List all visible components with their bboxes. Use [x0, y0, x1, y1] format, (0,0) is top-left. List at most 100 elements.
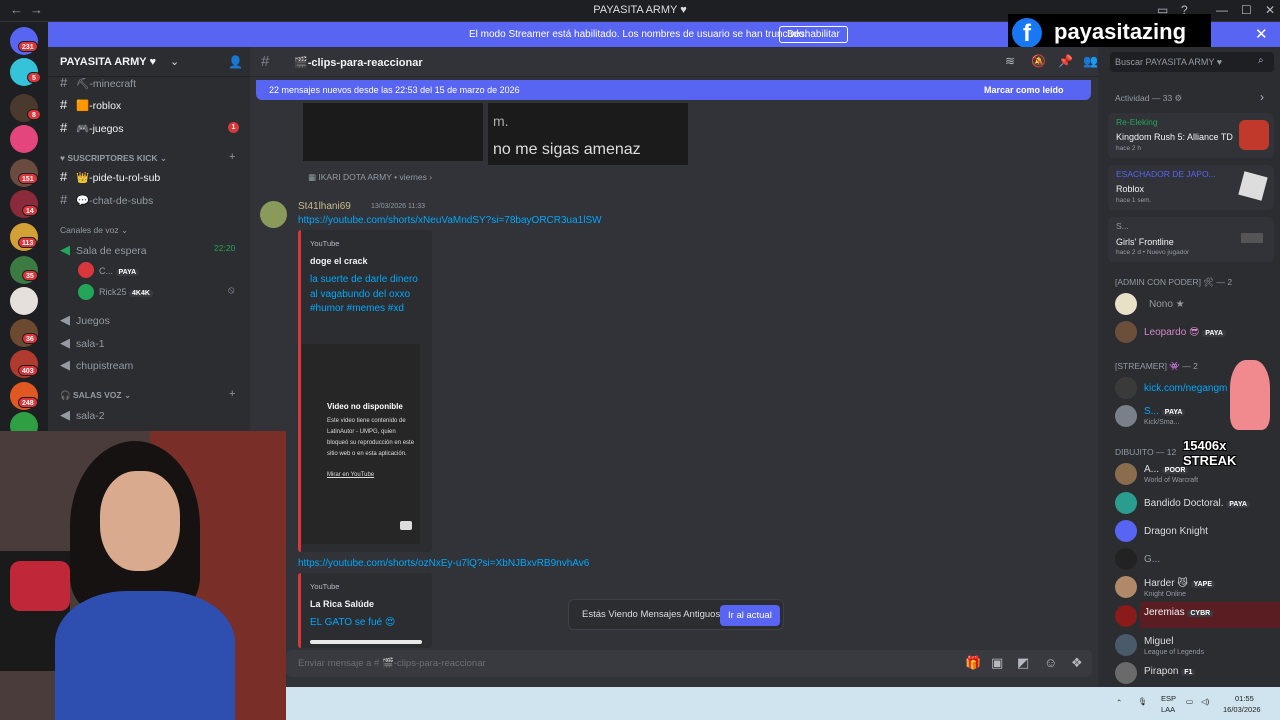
channel-roblox[interactable]: # 🟧-roblox [60, 97, 121, 112]
channel-chat-de-subs[interactable]: # 💬-chat-de-subs [60, 192, 153, 207]
member-name[interactable]: Dragon Knight [1144, 526, 1208, 537]
sticker-icon[interactable]: ◩ [1017, 655, 1029, 671]
avatar[interactable] [1115, 548, 1137, 570]
message-author[interactable]: St41lhani69 [298, 201, 351, 212]
attachment-image[interactable]: m. no me sigas amenaz [488, 103, 688, 165]
member-row[interactable]: Harder 😼 YAPE [1144, 578, 1215, 589]
members-icon[interactable]: 👥 [1083, 54, 1098, 68]
member-row[interactable]: Jeremias CYBR [1144, 607, 1214, 618]
mute-notifications-icon[interactable]: 🔕 [1031, 54, 1046, 68]
embed-description[interactable]: EL GATO se fué 😍 [310, 616, 420, 631]
chevron-up-icon[interactable]: ⌃ [1116, 698, 1122, 707]
embed-title[interactable]: La Rica Salúde [310, 599, 374, 609]
member-row[interactable]: Leopardo 😎 PAYA [1144, 327, 1226, 338]
minimize-icon[interactable]: — [1216, 3, 1228, 17]
embed-thumbnail[interactable] [310, 640, 422, 644]
member-name: A... [1144, 464, 1160, 475]
disable-streamer-button[interactable]: Deshabilitar [779, 26, 848, 43]
member-name[interactable]: Nono ★ [1149, 299, 1185, 310]
avatar[interactable] [1115, 520, 1137, 542]
attachment-image[interactable] [303, 103, 483, 161]
message-composer[interactable]: Enviar mensaje a # 🎬-clips-para-reaccion… [286, 650, 1092, 677]
apps-icon[interactable]: ❖ [1071, 655, 1083, 671]
youtube-icon[interactable] [400, 521, 412, 530]
avatar[interactable] [1115, 662, 1137, 684]
old-messages-text: Estás Viendo Mensajes Antiguos [582, 609, 721, 620]
avatar[interactable] [1115, 492, 1137, 514]
avatar[interactable] [1115, 605, 1137, 627]
member-row[interactable]: S... PAYA [1144, 406, 1186, 417]
server-icon[interactable] [10, 287, 38, 315]
embed-description[interactable]: la suerte de darle dinero al vagabundo d… [310, 273, 420, 317]
voice-user[interactable]: C... PAYA [99, 266, 140, 276]
channel-minecraft[interactable]: # ⛏-minecraft [60, 75, 136, 90]
member-row[interactable]: Bandido Doctoral. PAYA [1144, 498, 1250, 509]
voice-channel-sala-1[interactable]: ◀ sala-1 [60, 335, 105, 351]
avatar[interactable] [1115, 463, 1137, 485]
channel-name: chupistream [76, 360, 134, 372]
maximize-icon[interactable]: ☐ [1241, 3, 1252, 17]
member-name[interactable]: kick.com/negangm [1144, 383, 1227, 394]
reply-preview[interactable]: ▦ IKARI DOTA ARMY • viernes › [308, 172, 432, 183]
activity-card[interactable]: ESACHADOR DE JAPO... Roblox hace 1 sem. [1108, 165, 1274, 210]
youtube-link[interactable]: https://youtube.com/shorts/ozNxEy-u7lQ?s… [298, 558, 589, 569]
voice-channel-sala-espera[interactable]: ◀ Sala de espera [60, 242, 147, 258]
jump-present-button[interactable]: Ir al actual [720, 605, 780, 626]
mark-read-button[interactable]: Marcar como leído [984, 85, 1064, 95]
pin-icon[interactable]: 📌 [1058, 54, 1073, 68]
gif-icon[interactable]: ▣ [991, 655, 1003, 671]
language-primary[interactable]: ESP [1161, 694, 1176, 703]
avatar[interactable] [1115, 377, 1137, 399]
clock-date[interactable]: 16/03/2026 [1223, 705, 1261, 714]
emoji-icon[interactable]: ☺ [1044, 655, 1057, 670]
close-icon[interactable]: ✕ [1255, 25, 1268, 43]
chevron-down-icon[interactable]: ⌄ [170, 55, 179, 68]
voice-channel-sala-2[interactable]: ◀ sala-2 [60, 407, 105, 423]
add-channel-icon[interactable]: + [229, 388, 235, 400]
member-row[interactable]: A... POOR [1144, 464, 1189, 475]
embed-title[interactable]: doge el crack [310, 256, 368, 266]
watch-on-youtube-link[interactable]: Mirar en YouTube [327, 472, 374, 478]
volume-icon[interactable]: ◁) [1201, 697, 1209, 706]
avatar[interactable] [1115, 576, 1137, 598]
member-name[interactable]: Miguel [1144, 636, 1173, 647]
channel-juegos[interactable]: # 🎮-juegos [60, 120, 124, 135]
activity-user: Re-Eleking [1116, 117, 1158, 127]
channel-pide-tu-rol[interactable]: # 👑-pide-tu-rol-sub [60, 169, 160, 184]
language-secondary[interactable]: LAA [1161, 705, 1175, 714]
chevron-right-icon[interactable]: › [1260, 90, 1264, 104]
category-salas-voz[interactable]: 🎧 SALAS VOZ ⌄ [60, 390, 131, 401]
activity-card[interactable]: Re-Eleking Kingdom Rush 5: Alliance TD h… [1108, 113, 1274, 158]
speaker-icon: ◀ [60, 407, 70, 422]
new-messages-bar[interactable]: 22 mensajes nuevos desde las 22:53 del 1… [256, 80, 1091, 100]
role-tag: YAPE [1190, 581, 1215, 588]
add-member-icon[interactable]: 👤 [228, 55, 243, 69]
voice-channel-chupistream[interactable]: ◀ chupistream [60, 357, 133, 373]
gift-icon[interactable]: 🎁 [965, 655, 981, 671]
member-name[interactable]: G... [1144, 554, 1160, 565]
clock-time[interactable]: 01:55 [1235, 694, 1254, 703]
microphone-icon[interactable]: 🎙 [1138, 697, 1148, 706]
close-window-icon[interactable]: ✕ [1265, 3, 1275, 17]
avatar[interactable] [1115, 405, 1137, 427]
voice-channel-juegos[interactable]: ◀ Juegos [60, 312, 110, 328]
category-suscriptores[interactable]: ♥ SUSCRIPTORES KICK ⌄ [60, 153, 167, 164]
avatar[interactable] [1115, 321, 1137, 343]
category-voice[interactable]: Canales de voz ⌄ [60, 225, 128, 236]
member-name: Harder 😼 [1144, 578, 1188, 589]
add-channel-icon[interactable]: + [229, 151, 235, 163]
avatar[interactable] [1115, 293, 1137, 315]
network-icon[interactable]: ▭ [1186, 697, 1193, 706]
member-row[interactable]: Pirapon F1 [1144, 666, 1196, 677]
avatar[interactable] [260, 201, 287, 228]
role-tag: POOR [1161, 467, 1189, 474]
activity-card[interactable]: S... Girls' Frontline hace 2 d • Nuevo j… [1108, 217, 1274, 262]
threads-icon[interactable]: ≋ [1005, 54, 1015, 68]
voice-user[interactable]: Rick25 4K4K [99, 287, 153, 297]
server-icon[interactable] [10, 125, 38, 153]
video-player[interactable]: Video no disponible Este video tiene con… [302, 344, 420, 544]
search-input[interactable]: Buscar PAYASITA ARMY ♥ ⌕ [1110, 52, 1274, 72]
avatar[interactable] [1115, 634, 1137, 656]
guild-header[interactable]: PAYASITA ARMY ♥ ⌄ 👤 [48, 47, 250, 77]
youtube-link[interactable]: https://youtube.com/shorts/xNeuVaMndSY?s… [298, 215, 602, 226]
